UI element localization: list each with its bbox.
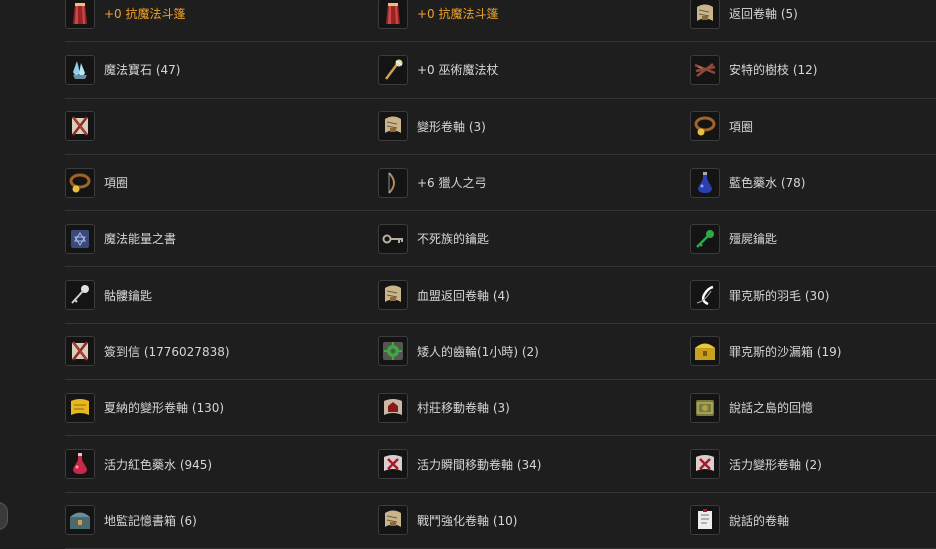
inventory-grid: +0 抗魔法斗篷 +0 抗魔法斗篷 返回卷軸 (5) 魔法寶石 (47) +0 巫術魔法… bbox=[65, 0, 936, 549]
item-label: 項圈 bbox=[104, 176, 129, 191]
item-label: 矮人的齒輪(1小時) (2) bbox=[417, 344, 539, 359]
item-label: +0 巫術魔法杖 bbox=[417, 63, 499, 78]
inventory-item[interactable]: 夏納的變形卷軸 (130) bbox=[65, 380, 378, 437]
scroll-icon bbox=[378, 505, 408, 536]
inventory-item[interactable]: +0 巫術魔法杖 bbox=[378, 42, 690, 99]
item-label: 安特的樹枝 (12) bbox=[729, 63, 818, 78]
inventory-item[interactable]: 骷髏鑰匙 bbox=[65, 267, 378, 324]
item-label: +0 抗魔法斗篷 bbox=[104, 7, 186, 22]
gold-scroll-icon bbox=[65, 392, 95, 423]
inventory-item[interactable]: 藍色藥水 (78) bbox=[690, 155, 936, 212]
chest-icon bbox=[65, 505, 95, 536]
inventory-item[interactable]: 村莊移動卷軸 (3) bbox=[378, 380, 690, 437]
feather-icon bbox=[690, 280, 720, 311]
item-label: 血盟返回卷軸 (4) bbox=[417, 288, 510, 303]
inventory-item[interactable]: 戰鬥強化卷軸 (10) bbox=[378, 493, 690, 549]
blue-potion-icon bbox=[690, 167, 720, 198]
crystal-icon bbox=[65, 54, 95, 85]
scroll-icon bbox=[690, 0, 720, 29]
item-label: 說話的卷軸 bbox=[729, 513, 790, 528]
inventory-item[interactable]: 說話之島的回憶 bbox=[690, 380, 936, 437]
item-label: 骷髏鑰匙 bbox=[104, 288, 153, 303]
scroll-icon bbox=[378, 111, 408, 142]
item-label: 活力變形卷軸 (2) bbox=[729, 457, 822, 472]
branch-icon bbox=[690, 54, 720, 85]
inventory-item[interactable]: 活力變形卷軸 (2) bbox=[690, 436, 936, 493]
bow-icon bbox=[378, 167, 408, 198]
item-label: 殭屍鑰匙 bbox=[729, 232, 778, 247]
inventory-item[interactable]: 罪克斯的沙漏箱 (19) bbox=[690, 324, 936, 381]
item-label: 變形卷軸 (3) bbox=[417, 119, 486, 134]
item-label: 不死族的鑰匙 bbox=[417, 232, 490, 247]
item-label: 藍色藥水 (78) bbox=[729, 176, 806, 191]
letter-icon bbox=[65, 336, 95, 367]
item-label: 魔法能量之書 bbox=[104, 232, 177, 247]
item-label: 說話之島的回憶 bbox=[729, 401, 814, 416]
item-label: 活力瞬間移動卷軸 (34) bbox=[417, 457, 542, 472]
cloak-icon bbox=[378, 0, 408, 29]
memory-book-icon bbox=[690, 392, 720, 423]
red-scroll-icon bbox=[378, 449, 408, 480]
inventory-item[interactable]: 魔法能量之書 bbox=[65, 211, 378, 268]
inventory-item[interactable]: 殭屍鑰匙 bbox=[690, 211, 936, 268]
inventory-item[interactable]: 活力瞬間移動卷軸 (34) bbox=[378, 436, 690, 493]
collar-icon bbox=[65, 167, 95, 198]
item-label: 項圈 bbox=[729, 119, 754, 134]
item-label: 罪克斯的沙漏箱 (19) bbox=[729, 344, 842, 359]
inventory-item[interactable]: 說話的卷軸 bbox=[690, 493, 936, 549]
inventory-item[interactable]: +6 獵人之弓 bbox=[378, 155, 690, 212]
inventory-item[interactable]: 項圈 bbox=[65, 155, 378, 212]
inventory-item[interactable]: 不死族的鑰匙 bbox=[378, 211, 690, 268]
key-icon bbox=[378, 223, 408, 254]
item-label: +0 抗魔法斗篷 bbox=[417, 7, 499, 22]
inventory-item[interactable]: 矮人的齒輪(1小時) (2) bbox=[378, 324, 690, 381]
inventory-item[interactable]: 安特的樹枝 (12) bbox=[690, 42, 936, 99]
item-label: 簽到信 (1776027838) bbox=[104, 344, 230, 359]
item-label: 夏納的變形卷軸 (130) bbox=[104, 401, 225, 416]
item-label: +6 獵人之弓 bbox=[417, 176, 487, 191]
wand-icon bbox=[378, 54, 408, 85]
gold-chest-icon bbox=[690, 336, 720, 367]
red-scroll-icon bbox=[690, 449, 720, 480]
item-label: 活力紅色藥水 (945) bbox=[104, 457, 213, 472]
inventory-item[interactable]: +0 抗魔法斗篷 bbox=[65, 0, 378, 43]
inventory-item[interactable]: +0 抗魔法斗篷 bbox=[378, 0, 690, 43]
inventory-item[interactable]: 血盟返回卷軸 (4) bbox=[378, 267, 690, 324]
skull-key-icon bbox=[65, 280, 95, 311]
green-key-icon bbox=[690, 223, 720, 254]
inventory-item[interactable]: 變形卷軸 (3) bbox=[378, 99, 690, 155]
item-label: 地監記憶書箱 (6) bbox=[104, 513, 197, 528]
inventory-item[interactable]: 活力紅色藥水 (945) bbox=[65, 436, 378, 493]
inventory-item[interactable]: 地監記憶書箱 (6) bbox=[65, 493, 378, 549]
scroll-icon bbox=[378, 280, 408, 311]
scrollbar-handle[interactable] bbox=[0, 502, 8, 530]
item-label: 返回卷軸 (5) bbox=[729, 7, 798, 22]
inventory-item[interactable]: 罪克斯的羽毛 (30) bbox=[690, 267, 936, 324]
village-scroll-icon bbox=[378, 392, 408, 423]
cloak-icon bbox=[65, 0, 95, 29]
collar-icon bbox=[690, 111, 720, 142]
inventory-item[interactable]: 簽到信 (1776027838) bbox=[65, 324, 378, 381]
inventory-item[interactable] bbox=[65, 99, 378, 155]
letter-icon bbox=[65, 111, 95, 142]
inventory-item[interactable]: 項圈 bbox=[690, 99, 936, 155]
spellbook-icon bbox=[65, 223, 95, 254]
red-potion-icon bbox=[65, 449, 95, 480]
white-scroll-icon bbox=[690, 505, 720, 536]
item-label: 魔法寶石 (47) bbox=[104, 63, 181, 78]
inventory-item[interactable]: 魔法寶石 (47) bbox=[65, 42, 378, 99]
item-label: 罪克斯的羽毛 (30) bbox=[729, 288, 830, 303]
inventory-item[interactable]: 返回卷軸 (5) bbox=[690, 0, 936, 43]
gear-icon bbox=[378, 336, 408, 367]
item-label: 村莊移動卷軸 (3) bbox=[417, 401, 510, 416]
item-label: 戰鬥強化卷軸 (10) bbox=[417, 513, 518, 528]
